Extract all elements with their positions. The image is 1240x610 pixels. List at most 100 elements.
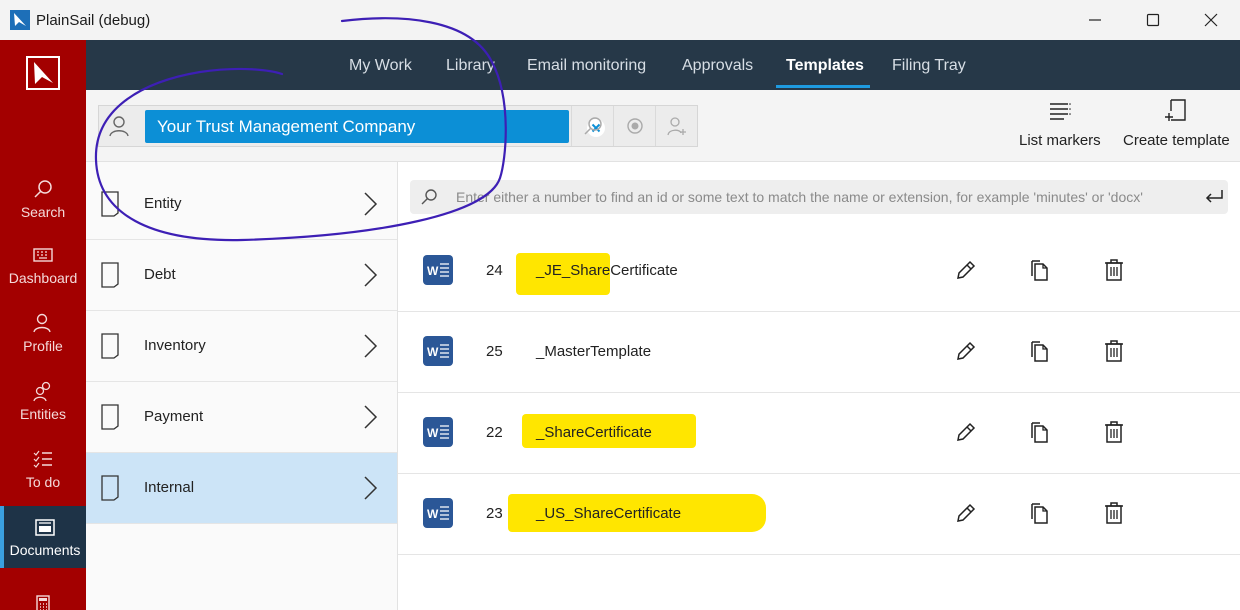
chevron-right-icon xyxy=(364,334,378,358)
template-filter-input[interactable]: Enter either a number to find an id or s… xyxy=(410,180,1228,214)
rail-item-todo[interactable]: To do xyxy=(0,438,86,500)
category-internal[interactable]: Internal xyxy=(86,453,397,524)
category-label: Inventory xyxy=(144,337,206,354)
category-inventory[interactable]: Inventory xyxy=(86,311,397,382)
entity-search-button[interactable] xyxy=(571,106,613,146)
tab-filing-tray[interactable]: Filing Tray xyxy=(892,40,966,90)
window-title: PlainSail (debug) xyxy=(36,12,151,29)
plainsail-logo-icon xyxy=(26,56,60,90)
delete-icon[interactable] xyxy=(1102,420,1126,444)
chevron-right-icon xyxy=(364,405,378,429)
list-icon xyxy=(1049,103,1071,120)
delete-icon[interactable] xyxy=(1102,258,1126,282)
category-label: Debt xyxy=(144,266,176,283)
delete-icon[interactable] xyxy=(1102,339,1126,363)
person-icon xyxy=(33,313,51,333)
tab-templates[interactable]: Templates xyxy=(786,40,864,90)
rail-item-documents[interactable]: Documents xyxy=(0,506,86,568)
close-window-button[interactable] xyxy=(1182,0,1240,40)
delete-icon[interactable] xyxy=(1102,501,1126,525)
template-row[interactable]: W 22 _ShareCertificate xyxy=(398,393,1240,474)
template-row[interactable]: W 24 _JE_ShareCertificate xyxy=(398,231,1240,312)
category-label: Entity xyxy=(144,195,182,212)
person-icon xyxy=(109,116,129,137)
top-navigation: My Work Library Email monitoring Approva… xyxy=(86,40,1240,90)
templates-pane: Enter either a number to find an id or s… xyxy=(398,162,1240,610)
category-payment[interactable]: Payment xyxy=(86,382,397,453)
entity-field[interactable]: Your Trust Management Company xyxy=(145,110,605,143)
template-name: _ShareCertificate xyxy=(536,424,652,441)
template-name: _US_ShareCertificate xyxy=(536,505,682,522)
active-tab-indicator xyxy=(776,85,870,88)
rail-item-label: Dashboard xyxy=(8,270,78,286)
svg-text:W: W xyxy=(427,507,439,521)
copy-icon[interactable] xyxy=(1028,339,1052,363)
add-user-icon xyxy=(666,117,686,136)
rail-item-entities[interactable]: Entities xyxy=(0,370,86,432)
enter-icon[interactable] xyxy=(1204,188,1224,206)
category-debt[interactable]: Debt xyxy=(86,240,397,311)
document-icon xyxy=(101,475,119,501)
tab-library[interactable]: Library xyxy=(446,40,495,90)
documents-icon xyxy=(35,519,55,536)
list-markers-label: List markers xyxy=(1019,132,1101,149)
edit-icon[interactable] xyxy=(954,258,978,282)
template-row[interactable]: W 25 _MasterTemplate xyxy=(398,312,1240,393)
copy-icon[interactable] xyxy=(1028,258,1052,282)
tab-approvals[interactable]: Approvals xyxy=(682,40,753,90)
search-icon xyxy=(421,189,437,205)
people-icon xyxy=(33,381,51,402)
rail-item-label: To do xyxy=(25,474,61,490)
word-document-icon: W xyxy=(423,336,453,366)
app-window: PlainSail (debug) Search Dashboard Profi… xyxy=(0,0,1240,610)
rail-item-calculator[interactable] xyxy=(0,576,86,610)
template-id: 23 xyxy=(486,505,503,522)
filter-placeholder: Enter either a number to find an id or s… xyxy=(456,189,1143,205)
edit-icon[interactable] xyxy=(954,501,978,525)
template-id: 25 xyxy=(486,343,503,360)
new-document-icon xyxy=(1165,99,1187,121)
maximize-button[interactable] xyxy=(1124,0,1182,40)
category-list: Entity Debt Inventory Payment Internal xyxy=(86,162,398,610)
edit-icon[interactable] xyxy=(954,339,978,363)
rail-item-dashboard[interactable]: Dashboard xyxy=(0,234,86,296)
svg-text:W: W xyxy=(427,264,439,278)
copy-icon[interactable] xyxy=(1028,501,1052,525)
template-id: 22 xyxy=(486,424,503,441)
add-user-button[interactable] xyxy=(655,106,697,146)
calculator-icon xyxy=(36,595,50,610)
rail-item-search[interactable]: Search xyxy=(0,168,86,230)
checklist-icon xyxy=(33,450,52,468)
rail-item-profile[interactable]: Profile xyxy=(0,302,86,364)
search-icon xyxy=(583,117,602,135)
category-entity[interactable]: Entity xyxy=(86,169,397,240)
left-rail: Search Dashboard Profile Entities To do … xyxy=(0,40,86,610)
template-row[interactable]: W 23 _US_ShareCertificate xyxy=(398,474,1240,555)
edit-icon[interactable] xyxy=(954,420,978,444)
search-icon xyxy=(34,180,52,198)
tab-email-monitoring[interactable]: Email monitoring xyxy=(527,40,646,90)
category-label: Internal xyxy=(144,479,195,496)
plainsail-logo-icon xyxy=(10,10,30,30)
tab-my-work[interactable]: My Work xyxy=(349,40,412,90)
chevron-right-icon xyxy=(364,476,378,500)
toolbar: Your Trust Management Company List marke… xyxy=(86,90,1240,162)
close-icon xyxy=(1204,13,1218,27)
rail-item-label: Profile xyxy=(23,338,63,354)
template-name: _MasterTemplate xyxy=(536,343,652,360)
list-markers-button[interactable]: List markers xyxy=(1019,98,1101,149)
category-label: Payment xyxy=(144,408,204,425)
entity-search-box: Your Trust Management Company xyxy=(98,105,698,147)
create-template-label: Create template xyxy=(1123,132,1230,149)
copy-icon[interactable] xyxy=(1028,420,1052,444)
maximize-icon xyxy=(1146,13,1160,27)
document-icon xyxy=(101,404,119,430)
create-template-button[interactable]: Create template xyxy=(1123,98,1230,149)
entity-select-button[interactable] xyxy=(613,106,655,146)
word-document-icon: W xyxy=(423,498,453,528)
word-document-icon: W xyxy=(423,417,453,447)
minimize-button[interactable] xyxy=(1066,0,1124,40)
minimize-icon xyxy=(1089,19,1101,21)
document-icon xyxy=(101,333,119,359)
entity-field-value: Your Trust Management Company xyxy=(157,117,416,136)
